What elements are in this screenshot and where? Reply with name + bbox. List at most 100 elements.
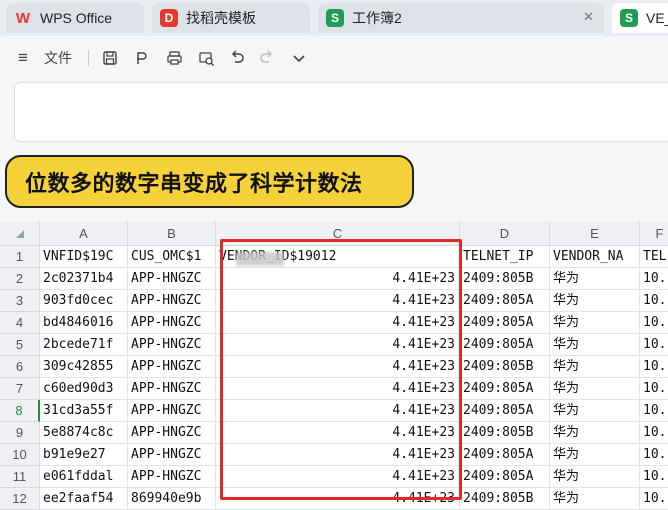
tab-docer-templates[interactable]: D 找稻壳模板 xyxy=(152,3,310,33)
cell-b[interactable]: CUS_OMC$1 xyxy=(128,246,216,268)
row-header[interactable]: 10 xyxy=(0,444,40,466)
cell-a[interactable]: c60ed90d3 xyxy=(40,378,128,400)
file-menu-button[interactable]: 文件 xyxy=(38,46,78,70)
cell-d[interactable]: TELNET_IP xyxy=(460,246,550,268)
row-header[interactable]: 4 xyxy=(0,312,40,334)
cell-e[interactable]: 华为 xyxy=(550,312,640,334)
column-header-b[interactable]: B xyxy=(128,222,216,246)
cell-e[interactable]: 华为 xyxy=(550,466,640,488)
cell-f[interactable]: 10. xyxy=(640,488,668,510)
cell-d[interactable]: 2409:805A xyxy=(460,312,550,334)
save-icon[interactable] xyxy=(98,46,122,70)
undo-icon[interactable] xyxy=(226,46,248,70)
cell-b[interactable]: APP-HNGZC xyxy=(128,400,216,422)
cell-d[interactable]: 2409:805A xyxy=(460,290,550,312)
cell-d[interactable]: 2409:805A xyxy=(460,400,550,422)
tab-ve-active[interactable]: S VE_ xyxy=(612,3,668,33)
cell-a[interactable]: b91e9e27 xyxy=(40,444,128,466)
cell-b[interactable]: APP-HNGZC xyxy=(128,444,216,466)
cell-e[interactable]: 华为 xyxy=(550,400,640,422)
cell-a[interactable]: 2bcede71f xyxy=(40,334,128,356)
tab-label: WPS Office xyxy=(40,10,113,26)
cell-a[interactable]: e061fddal xyxy=(40,466,128,488)
row-header[interactable]: 7 xyxy=(0,378,40,400)
spreadsheet-s-icon: S xyxy=(326,9,344,27)
cell-a[interactable]: bd4846016 xyxy=(40,312,128,334)
cell-b[interactable]: APP-HNGZC xyxy=(128,466,216,488)
cell-f[interactable]: 10. xyxy=(640,422,668,444)
cell-a[interactable]: VNFID$19C xyxy=(40,246,128,268)
cell-d[interactable]: 2409:805B xyxy=(460,356,550,378)
cell-d[interactable]: 2409:805B xyxy=(460,422,550,444)
row-header[interactable]: 9 xyxy=(0,422,40,444)
tab-label: VE_ xyxy=(646,10,668,26)
cell-f[interactable]: 10. xyxy=(640,444,668,466)
row-header[interactable]: 12 xyxy=(0,488,40,510)
menu-icon[interactable]: ≡ xyxy=(12,46,34,70)
cell-f[interactable]: 10. xyxy=(640,400,668,422)
column-header-d[interactable]: D xyxy=(460,222,550,246)
row-header[interactable]: 5 xyxy=(0,334,40,356)
row-header[interactable]: 1 xyxy=(0,246,40,268)
tab-workbook2[interactable]: S 工作簿2 ✕ xyxy=(318,3,604,33)
cell-b[interactable]: APP-HNGZC xyxy=(128,312,216,334)
formula-content-area[interactable] xyxy=(14,82,668,142)
export-icon[interactable] xyxy=(130,46,154,70)
row-header[interactable]: 6 xyxy=(0,356,40,378)
cell-a[interactable]: 309c42855 xyxy=(40,356,128,378)
cell-f[interactable]: 10. xyxy=(640,268,668,290)
column-header-f[interactable]: F xyxy=(640,222,668,246)
tab-label: 工作簿2 xyxy=(352,10,402,26)
cell-a[interactable]: ee2faaf54 xyxy=(40,488,128,510)
print-icon[interactable] xyxy=(162,46,186,70)
cell-d[interactable]: 2409:805A xyxy=(460,444,550,466)
cell-f[interactable]: 10. xyxy=(640,312,668,334)
print-preview-icon[interactable] xyxy=(194,46,218,70)
cell-f[interactable]: 10. xyxy=(640,290,668,312)
cell-e[interactable]: 华为 xyxy=(550,488,640,510)
close-icon[interactable]: ✕ xyxy=(583,9,594,25)
cell-f[interactable]: 10. xyxy=(640,466,668,488)
cell-a[interactable]: 31cd3a55f xyxy=(40,400,128,422)
row-header[interactable]: 8 xyxy=(0,400,40,422)
select-all-corner[interactable] xyxy=(0,222,40,246)
cell-e[interactable]: 华为 xyxy=(550,334,640,356)
more-dropdown-icon[interactable] xyxy=(288,46,310,70)
row-header[interactable]: 3 xyxy=(0,290,40,312)
column-header-a[interactable]: A xyxy=(40,222,128,246)
cell-a[interactable]: 5e8874c8c xyxy=(40,422,128,444)
cell-e[interactable]: 华为 xyxy=(550,422,640,444)
cell-d[interactable]: 2409:805B xyxy=(460,488,550,510)
cell-e[interactable]: 华为 xyxy=(550,378,640,400)
row-header[interactable]: 2 xyxy=(0,268,40,290)
tab-wps-office[interactable]: W WPS Office xyxy=(6,3,144,33)
cell-a[interactable]: 2c02371b4 xyxy=(40,268,128,290)
row-header[interactable]: 11 xyxy=(0,466,40,488)
title-tab-bar: W WPS Office D 找稻壳模板 S 工作簿2 ✕ S VE_ xyxy=(0,0,668,36)
cell-d[interactable]: 2409:805A xyxy=(460,466,550,488)
cell-e[interactable]: 华为 xyxy=(550,268,640,290)
cell-e[interactable]: 华为 xyxy=(550,444,640,466)
cell-f[interactable]: 10. xyxy=(640,378,668,400)
redo-icon[interactable] xyxy=(256,46,278,70)
cell-d[interactable]: 2409:805A xyxy=(460,378,550,400)
cell-b[interactable]: APP-HNGZC xyxy=(128,290,216,312)
cell-b[interactable]: APP-HNGZC xyxy=(128,422,216,444)
cell-a[interactable]: 903fd0cec xyxy=(40,290,128,312)
cell-b[interactable]: 869940e9b xyxy=(128,488,216,510)
cell-b[interactable]: APP-HNGZC xyxy=(128,356,216,378)
cell-f[interactable]: 10. xyxy=(640,356,668,378)
cell-d[interactable]: 2409:805A xyxy=(460,334,550,356)
column-header-e[interactable]: E xyxy=(550,222,640,246)
cell-b[interactable]: APP-HNGZC xyxy=(128,334,216,356)
cell-e[interactable]: 华为 xyxy=(550,356,640,378)
cell-f[interactable]: TEL xyxy=(640,246,668,268)
cell-b[interactable]: APP-HNGZC xyxy=(128,378,216,400)
cell-d[interactable]: 2409:805B xyxy=(460,268,550,290)
highlight-box xyxy=(220,239,462,500)
cell-e[interactable]: 华为 xyxy=(550,290,640,312)
cell-e[interactable]: VENDOR_NA xyxy=(550,246,640,268)
cell-f[interactable]: 10. xyxy=(640,334,668,356)
cell-b[interactable]: APP-HNGZC xyxy=(128,268,216,290)
docer-icon: D xyxy=(160,9,178,27)
